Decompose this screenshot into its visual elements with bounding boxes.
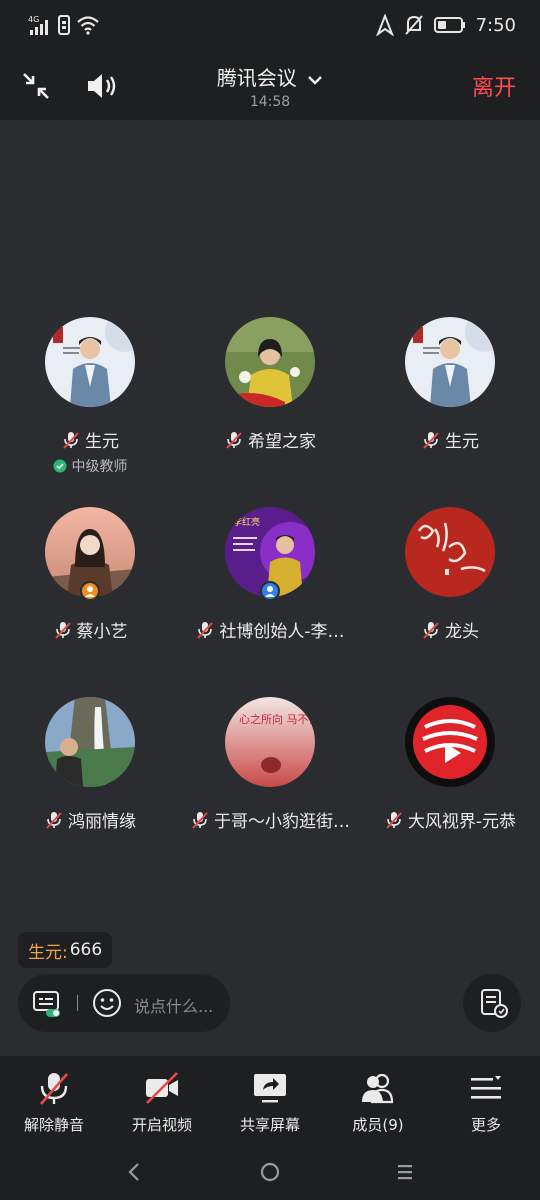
mic-off-icon [46,811,62,829]
clock: 7:50 [475,14,516,36]
mic-off-icon [40,1073,68,1105]
chevron-down-icon [308,75,323,85]
participant-name: 大风视界-元恭 [407,812,517,832]
user-icon [265,586,275,597]
members-button[interactable]: 成员(9) [324,1056,432,1144]
chat-input-placeholder[interactable]: 说点什么... [134,993,213,1017]
sim-icon [58,15,70,35]
mic-off-icon [423,621,439,639]
recents-icon[interactable] [391,1158,419,1186]
svg-text:4G: 4G [28,15,39,24]
participant-name: 生元 [85,432,119,452]
cellular-signal-icon: 4G [28,15,48,35]
chat-input-bar[interactable]: 说点什么... [18,974,230,1032]
notes-icon [481,989,508,1018]
video-off-icon [146,1072,178,1104]
chat-text: 666 [69,940,103,960]
members-icon [362,1073,394,1104]
meeting-notes-button[interactable] [463,974,521,1032]
leave-button[interactable]: 离开 [472,70,516,102]
svg-text:心之所向 马不停蹄: 心之所向 马不停蹄 [239,712,315,726]
svg-text:李红亮: 李红亮 [233,516,260,528]
avatar [45,317,135,407]
battery-icon [433,17,465,33]
participant-name: 龙头 [445,622,479,642]
participant-name: 社博创始人-李… [219,622,345,642]
participant-name: 蔡小艺 [76,622,128,642]
mic-off-icon [386,811,402,829]
mic-off-icon [192,811,208,829]
meeting-header: 腾讯会议 14:58 离开 [0,54,540,120]
verified-check-icon [53,459,66,473]
mic-off-icon [423,431,439,449]
more-icon [471,1076,501,1099]
chat-author: 生元: [28,942,68,963]
share-screen-label: 共享屏幕 [239,1116,300,1134]
host-badge [80,581,100,601]
more-button[interactable]: 更多 [432,1056,540,1144]
start-video-label: 开启视频 [131,1116,192,1134]
host-badge [260,581,280,601]
back-icon[interactable] [121,1158,149,1186]
bell-off-icon [404,15,423,35]
start-video-button[interactable]: 开启视频 [108,1056,216,1144]
home-icon[interactable] [256,1158,284,1186]
avatar [405,697,495,787]
caption-toggle-icon[interactable] [32,988,62,1018]
avatar [225,317,315,407]
more-label: 更多 [470,1116,501,1134]
chat-message: 生元: 666 [18,932,113,968]
unmute-button[interactable]: 解除静音 [0,1056,108,1144]
participant-subtitle: 中级教师 [71,459,128,475]
avatar: 心之所向 马不停蹄 [225,697,315,787]
navigation-icon [375,14,394,36]
mic-off-icon [226,431,242,449]
divider [77,995,78,1011]
participant-name: 希望之家 [248,432,316,452]
mic-off-icon [54,621,71,639]
avatar [45,697,135,787]
meeting-title-text: 腾讯会议 [216,66,297,90]
participant-name: 于哥～小豹逛街… [214,812,350,832]
participant-name: 生元 [445,432,479,452]
mic-off-icon [63,431,79,449]
avatar [405,317,495,407]
share-screen-icon [254,1074,286,1103]
emoji-icon[interactable] [92,988,122,1018]
members-label: 成员(9) [352,1116,404,1134]
share-screen-button[interactable]: 共享屏幕 [216,1056,324,1144]
status-bar: 4G 7:50 [0,0,540,54]
participant-name: 鸿丽情缘 [68,812,136,832]
mic-off-icon [197,621,214,639]
system-nav-bar [0,1144,540,1200]
user-icon [85,586,95,597]
wifi-icon [77,16,99,35]
meeting-title[interactable]: 腾讯会议 [0,62,540,91]
meeting-duration: 14:58 [249,94,291,110]
unmute-label: 解除静音 [23,1116,84,1134]
meeting-toolbar: 解除静音 开启视频 共享屏幕 成员(9) 更多 [0,1056,540,1144]
avatar [405,507,495,597]
